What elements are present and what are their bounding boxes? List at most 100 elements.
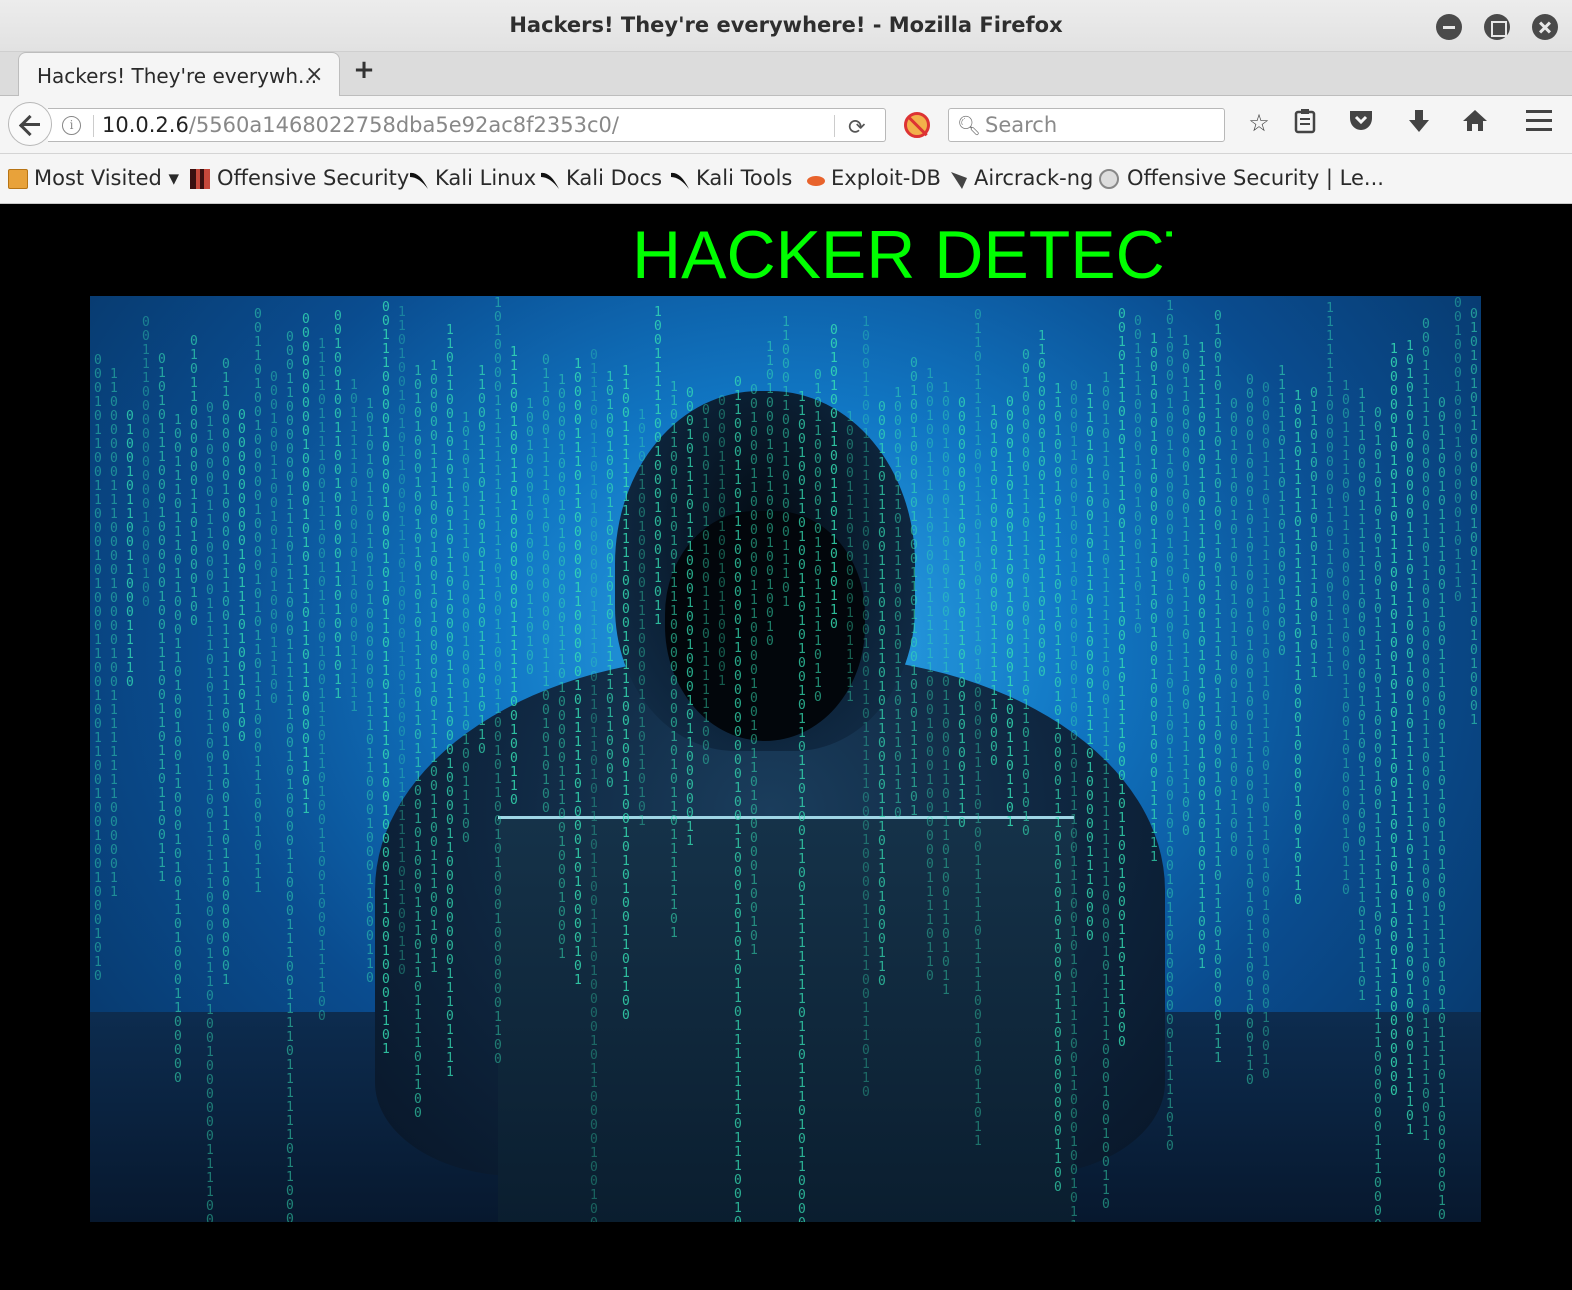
- binary-rain-column: 0000110100110010000011001101101: [1006, 395, 1014, 830]
- offsec-icon: [190, 169, 210, 189]
- binary-rain-column: 010110000001101000100: [190, 334, 198, 629]
- page-content: HACKER DETECTED 000101100110001010001100…: [0, 205, 1572, 1290]
- binary-rain-column: 0001101110011101011010110010111011010001…: [878, 400, 886, 989]
- binary-rain-column: 0011001011110011001110001110100101000111…: [1438, 396, 1446, 1223]
- binary-rain-column: 011010011010111001011: [1310, 386, 1318, 681]
- binary-rain-column: 0010010011001010001101001011: [334, 309, 342, 702]
- binary-rain-column: 1001110111011000110100100110001010110100…: [174, 413, 182, 1086]
- binary-rain-column: 0000000110011010110100101001110: [958, 396, 966, 831]
- binary-rain-column: 1111100101101110100010101010010001010011…: [1198, 341, 1206, 972]
- binary-rain-column: 100001110100001011111: [846, 410, 854, 705]
- binary-rain-column: 101001000110001010011110110000: [606, 370, 614, 791]
- binary-rain-column: 1010000100110000010010001110110011001010…: [1166, 299, 1174, 1154]
- tab-strip: Hackers! They're everywh... × +: [0, 52, 1572, 97]
- bookmark-kali-docs[interactable]: Kali Docs: [566, 166, 662, 190]
- tab-active[interactable]: Hackers! They're everywh... ×: [18, 52, 340, 97]
- back-button[interactable]: [8, 102, 52, 146]
- search-input[interactable]: 🔍︎ Search: [948, 108, 1225, 142]
- binary-rain-column: 0010101010100101111011000010011111110011…: [1374, 406, 1382, 1223]
- navigation-bar: i 10.0.2.6/5560a1468022758dba5e92ac8f235…: [0, 96, 1572, 154]
- kali-icon: [539, 169, 559, 189]
- binary-rain-column: 0110001101110000001100000000010011000101…: [734, 375, 742, 1223]
- binary-rain-column: 0010001100000011100001001011010000010010…: [750, 383, 758, 958]
- search-placeholder: Search: [985, 113, 1058, 137]
- binary-rain-column: 10010001010000110100: [526, 397, 534, 678]
- binary-rain-column: 0111001101010000001111001101101011101100…: [590, 348, 598, 1223]
- url-path: /5560a1468022758dba5e92ac8f2353c0/: [188, 113, 619, 137]
- bookmark-star-icon[interactable]: ☆: [1244, 108, 1274, 138]
- bookmark-kali-linux[interactable]: Kali Linux: [435, 166, 536, 190]
- binary-rain-column: 10011111001000100011011: [654, 305, 662, 628]
- binary-rain-column: 1000010001010000001110100000111001000100…: [558, 373, 566, 962]
- url-text[interactable]: 10.0.2.6/5560a1468022758dba5e92ac8f2353c…: [102, 113, 619, 137]
- search-icon: 🔍︎: [957, 115, 982, 137]
- bookmark-offensive-security[interactable]: Offensive Security: [217, 166, 409, 190]
- binary-rain-column: 10010101010000110110010010001000111111: [1150, 332, 1158, 865]
- binary-rain-column: 1010101000000111011100010010111111110110…: [1406, 339, 1414, 1138]
- bookmark-kali-tools[interactable]: Kali Tools: [696, 166, 792, 190]
- pocket-icon[interactable]: [1346, 108, 1376, 138]
- binary-rain-column: 010110000010110111110110: [814, 368, 822, 705]
- binary-rain-column: 1111000011111110001000101001110001111010…: [1358, 387, 1366, 1004]
- maximize-button[interactable]: [1484, 14, 1510, 40]
- bookmark-most-visited[interactable]: Most Visited ▾: [34, 166, 179, 190]
- reload-icon[interactable]: ⟳: [848, 115, 866, 139]
- site-info-icon[interactable]: i: [62, 116, 81, 135]
- binary-rain-column: 11000000111000010000100111111110000011: [110, 367, 118, 900]
- hamburger-menu-icon[interactable]: [1526, 110, 1552, 134]
- binary-rain-column: 0110000001000011100111111001010011011000…: [222, 357, 230, 988]
- binary-rain-column: 0110000111000011110101110011001111100001…: [206, 401, 214, 1223]
- binary-rain-column: 1000110011111110011100010011011111000100…: [862, 315, 870, 1100]
- binary-rain-column: 1101000101100010010010: [766, 340, 774, 649]
- binary-rain-column: 101111101001011000011111: [350, 378, 358, 715]
- binary-rain-column: 100110000010011110111011100111111000: [1182, 334, 1190, 839]
- binary-rain-column: 1101100101010111100000000101011011111101: [670, 380, 678, 941]
- binary-rain-column: 0000010001010100010100100111000111010101…: [1246, 373, 1254, 1088]
- binary-rain-column: 111001001101000000011111100100110: [510, 345, 518, 808]
- binary-rain-column: 000000000010111010010100: [238, 408, 246, 745]
- binary-rain-column: 0011100001000010001010110110111101001000…: [382, 300, 390, 1057]
- binary-rain-column: 1100011101101011100111010110: [478, 364, 486, 757]
- marquee-text: HACKER DETECTED: [632, 217, 1172, 293]
- url-bar[interactable]: i 10.0.2.6/5560a1468022758dba5e92ac8f235…: [48, 108, 886, 142]
- new-tab-button[interactable]: +: [352, 57, 376, 83]
- minimize-button[interactable]: [1436, 14, 1462, 40]
- bookmark-offensive-security-learn[interactable]: Offensive Security | Le...: [1127, 166, 1384, 190]
- binary-rain-column: 1001001110101001111111000100010000001111…: [926, 367, 934, 984]
- reload-separator: [834, 115, 835, 137]
- home-icon[interactable]: [1460, 108, 1490, 138]
- tab-label: Hackers! They're everywh...: [37, 64, 318, 88]
- bookmark-aircrack-ng[interactable]: Aircrack-ng: [974, 166, 1093, 190]
- binary-rain-column: 1111011110011100101100100111011010011001…: [318, 337, 326, 1024]
- binary-rain-column: 010101011000000100111101010001: [1470, 307, 1478, 728]
- binary-rain-column: 1001011110111111101110001000010010110: [1294, 389, 1302, 908]
- binary-rain-column: 01010111000100000100111001101101100111: [158, 352, 166, 885]
- binary-rain-column: 1010100010010101010111101101110010100011…: [414, 364, 422, 1121]
- binary-rain-column: 0000011101111111001011011100110110100100…: [1262, 381, 1270, 1082]
- bookmark-exploit-db[interactable]: Exploit-DB: [831, 166, 941, 190]
- binary-rain-column: 0001111100000011011001000000111000110110…: [1422, 317, 1430, 1144]
- binary-rain-column: 1000001010110111001010010101110011001010…: [1390, 342, 1398, 1099]
- tab-close-icon[interactable]: ×: [305, 62, 323, 87]
- binary-rain-column: 000011100100101100001: [718, 394, 726, 689]
- close-window-button[interactable]: [1532, 14, 1558, 40]
- content-blocker-icon[interactable]: [904, 112, 930, 138]
- bookmarks-toolbar: Most Visited ▾ Offensive Security Kali L…: [0, 154, 1572, 204]
- binary-rain-column: 0001100000011110111000111111001010000110…: [286, 330, 294, 1223]
- binary-rain-column: 1110101100101110110000111101000001110000: [1086, 383, 1094, 944]
- binary-rain-column: 1100000010011011011010000: [1038, 329, 1046, 680]
- binary-rain-column: 0010100110011011010110: [830, 323, 838, 632]
- binary-rain-column: 111110110110100010000: [1278, 364, 1286, 659]
- url-host: 10.0.2.6: [102, 113, 189, 137]
- binary-rain-column: 1100100110100110101001011011010011001111…: [798, 390, 806, 1223]
- reading-list-icon[interactable]: [1290, 108, 1320, 138]
- folder-icon: [8, 169, 28, 189]
- download-icon[interactable]: [1404, 108, 1434, 138]
- binary-rain-column: 1000010110111100010111011101110: [894, 386, 902, 821]
- binary-rain-column: 1000100101101010011110110001101110100110…: [942, 381, 950, 998]
- marquee-banner: HACKER DETECTED: [632, 215, 1172, 295]
- binary-rain-column: 0100101110110100110111111101110001011111…: [1214, 309, 1222, 1066]
- binary-rain-column: 0000110001000101000100100010111100111001…: [1070, 379, 1078, 1223]
- binary-rain-column: 1101100101011010110100001111000100001100…: [446, 323, 454, 1080]
- binary-rain-column: 1001011010111011111110001111111111111000…: [1102, 371, 1110, 1212]
